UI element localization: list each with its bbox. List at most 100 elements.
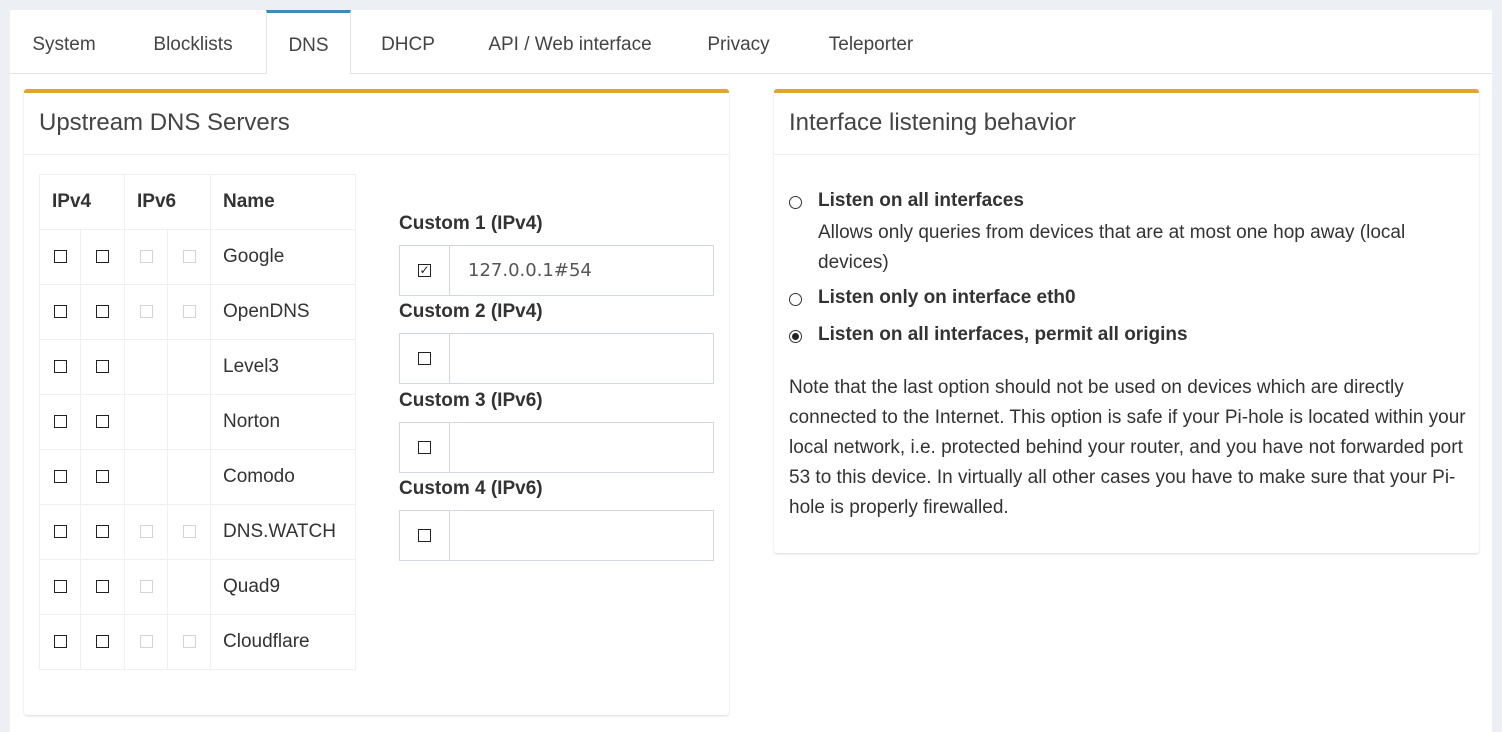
ipv4-secondary-checkbox[interactable] — [96, 580, 110, 594]
name-header: Name — [210, 174, 356, 230]
ipv6-secondary-cell — [167, 229, 211, 285]
ipv4-primary-checkbox[interactable] — [53, 360, 67, 374]
ipv4-primary-checkbox[interactable] — [53, 635, 67, 649]
ipv4-secondary-checkbox[interactable] — [96, 470, 110, 484]
dns-server-row: Level3 — [38, 339, 356, 395]
option-permit-all-origins-label: Listen on all interfaces, permit all ori… — [818, 324, 1188, 345]
custom-1-input[interactable]: 127.0.0.1#54 — [468, 246, 592, 295]
custom-4-label: Custom 4 (IPv6) — [399, 478, 543, 499]
ipv6-primary-cell — [124, 339, 168, 395]
custom-2-addon — [400, 334, 450, 383]
ipv4-primary-cell — [38, 449, 82, 505]
ipv4-primary-checkbox[interactable] — [53, 415, 67, 429]
dns-server-row: Quad9 — [38, 559, 356, 615]
custom-3-checkbox[interactable] — [418, 441, 431, 454]
ipv6-secondary-cell — [167, 284, 211, 340]
dns-server-row: Comodo — [38, 449, 356, 505]
ipv4-primary-cell — [38, 339, 82, 395]
ipv4-primary-checkbox[interactable] — [53, 305, 67, 319]
ipv4-primary-cell — [38, 504, 82, 560]
dns-server-name: OpenDNS — [210, 284, 356, 340]
ipv6-primary-cell — [124, 614, 168, 670]
tab-privacy[interactable]: Privacy — [694, 10, 783, 73]
interface-note: Note that the last option should not be … — [789, 377, 1466, 518]
ipv4-secondary-checkbox[interactable] — [96, 305, 110, 319]
dns-server-row: Cloudflare — [38, 614, 356, 670]
dns-server-name: Quad9 — [210, 559, 356, 615]
radio-all-interfaces[interactable] — [789, 196, 802, 209]
ipv4-primary-cell — [38, 559, 82, 615]
ipv4-secondary-cell — [80, 504, 125, 560]
ipv4-header: IPv4 — [39, 174, 125, 230]
ipv6-secondary-cell — [167, 614, 211, 670]
check-icon: ✓ — [419, 263, 430, 277]
ipv6-primary-checkbox — [139, 580, 153, 594]
ipv4-secondary-cell — [80, 559, 125, 615]
ipv4-primary-checkbox[interactable] — [53, 580, 67, 594]
ipv4-secondary-checkbox[interactable] — [96, 525, 110, 539]
custom-3-group — [399, 422, 714, 473]
custom-4-group — [399, 510, 714, 561]
tab-blocklists[interactable]: Blocklists — [130, 10, 256, 73]
ipv4-primary-cell — [38, 284, 82, 340]
ipv4-secondary-checkbox[interactable] — [96, 415, 110, 429]
settings-page: System Blocklists DNS DHCP API / Web int… — [10, 10, 1492, 732]
custom-1-group: ✓ 127.0.0.1#54 — [399, 245, 714, 296]
ipv4-secondary-checkbox[interactable] — [96, 360, 110, 374]
dns-server-name: Comodo — [210, 449, 356, 505]
ipv6-secondary-cell — [167, 339, 211, 395]
tab-system[interactable]: System — [10, 10, 118, 73]
custom-4-checkbox[interactable] — [418, 529, 431, 542]
radio-permit-all-origins[interactable] — [789, 330, 802, 343]
ipv6-primary-cell — [124, 229, 168, 285]
option-all-interfaces-description: Allows only queries from devices that ar… — [818, 222, 1406, 273]
ipv4-primary-checkbox[interactable] — [53, 470, 67, 484]
radio-selected-dot — [792, 333, 799, 340]
custom-1-checkbox[interactable]: ✓ — [418, 264, 431, 277]
ipv6-primary-cell — [124, 284, 168, 340]
ipv6-primary-checkbox — [139, 305, 153, 319]
custom-2-label: Custom 2 (IPv4) — [399, 301, 543, 322]
dns-server-row: DNS.WATCH — [38, 504, 356, 560]
ipv6-primary-cell — [124, 559, 168, 615]
custom-1-addon: ✓ — [400, 246, 450, 295]
custom-2-group — [399, 333, 714, 384]
ipv4-secondary-checkbox[interactable] — [96, 635, 110, 649]
ipv6-header: IPv6 — [124, 174, 211, 230]
tab-dns[interactable]: DNS — [266, 10, 351, 74]
radio-interface-eth0[interactable] — [789, 293, 802, 306]
custom-4-addon — [400, 511, 450, 560]
interface-behavior-title: Interface listening behavior — [774, 93, 1479, 155]
ipv6-secondary-cell — [167, 504, 211, 560]
tab-teleporter[interactable]: Teleporter — [810, 10, 932, 73]
upstream-dns-table: IPv4 IPv6 Name Google OpenDNS Level3 Norton… — [38, 174, 356, 670]
ipv6-secondary-checkbox — [182, 525, 196, 539]
custom-3-label: Custom 3 (IPv6) — [399, 390, 543, 411]
ipv4-secondary-checkbox[interactable] — [96, 250, 110, 264]
ipv6-primary-cell — [124, 394, 168, 450]
ipv4-secondary-cell — [80, 614, 125, 670]
ipv4-primary-cell — [38, 614, 82, 670]
ipv4-primary-cell — [38, 229, 82, 285]
ipv4-primary-cell — [38, 394, 82, 450]
custom-2-checkbox[interactable] — [418, 352, 431, 365]
ipv6-primary-cell — [124, 449, 168, 505]
ipv6-secondary-cell — [167, 559, 211, 615]
ipv6-secondary-cell — [167, 449, 211, 505]
ipv4-secondary-cell — [80, 229, 125, 285]
dns-server-name: Norton — [210, 394, 356, 450]
ipv4-secondary-cell — [80, 339, 125, 395]
ipv4-primary-checkbox[interactable] — [53, 525, 67, 539]
tab-dhcp[interactable]: DHCP — [368, 10, 448, 73]
custom-3-addon — [400, 423, 450, 472]
dns-server-name: Level3 — [210, 339, 356, 395]
dns-server-row: Google — [38, 229, 356, 285]
ipv4-secondary-cell — [80, 449, 125, 505]
ipv6-secondary-checkbox — [182, 250, 196, 264]
tab-api-web-interface[interactable]: API / Web interface — [475, 10, 665, 73]
ipv4-primary-checkbox[interactable] — [53, 250, 67, 264]
ipv6-secondary-checkbox — [182, 305, 196, 319]
interface-behavior-box: Interface listening behavior Listen on a… — [774, 89, 1479, 553]
settings-tabs: System Blocklists DNS DHCP API / Web int… — [10, 10, 1492, 74]
custom-1-label: Custom 1 (IPv4) — [399, 213, 543, 234]
